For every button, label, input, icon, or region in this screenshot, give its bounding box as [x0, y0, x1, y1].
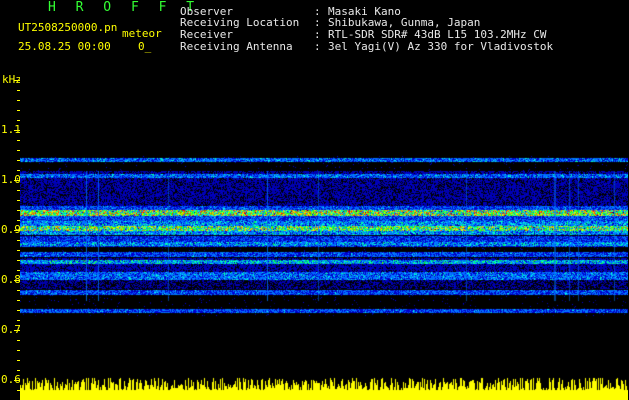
filename-label: UT2508250000.pn	[18, 21, 118, 34]
spectrogram-canvas	[20, 76, 628, 400]
app-title: H R O F F T	[48, 0, 201, 15]
mode-label: meteor	[122, 27, 162, 40]
antenna-value: 3el Yagi(V) Az 330 for Vladivostok	[328, 40, 554, 53]
hrofft-window: H R O F F T UT2508250000.pn meteor 25.08…	[0, 0, 629, 400]
antenna-label: Receiving Antenna	[180, 40, 293, 53]
spectrogram-plot	[20, 76, 628, 400]
counter-label: 0_	[138, 40, 152, 53]
datetime-label: 25.08.25 00:00	[18, 40, 111, 53]
separator: :	[314, 40, 321, 53]
